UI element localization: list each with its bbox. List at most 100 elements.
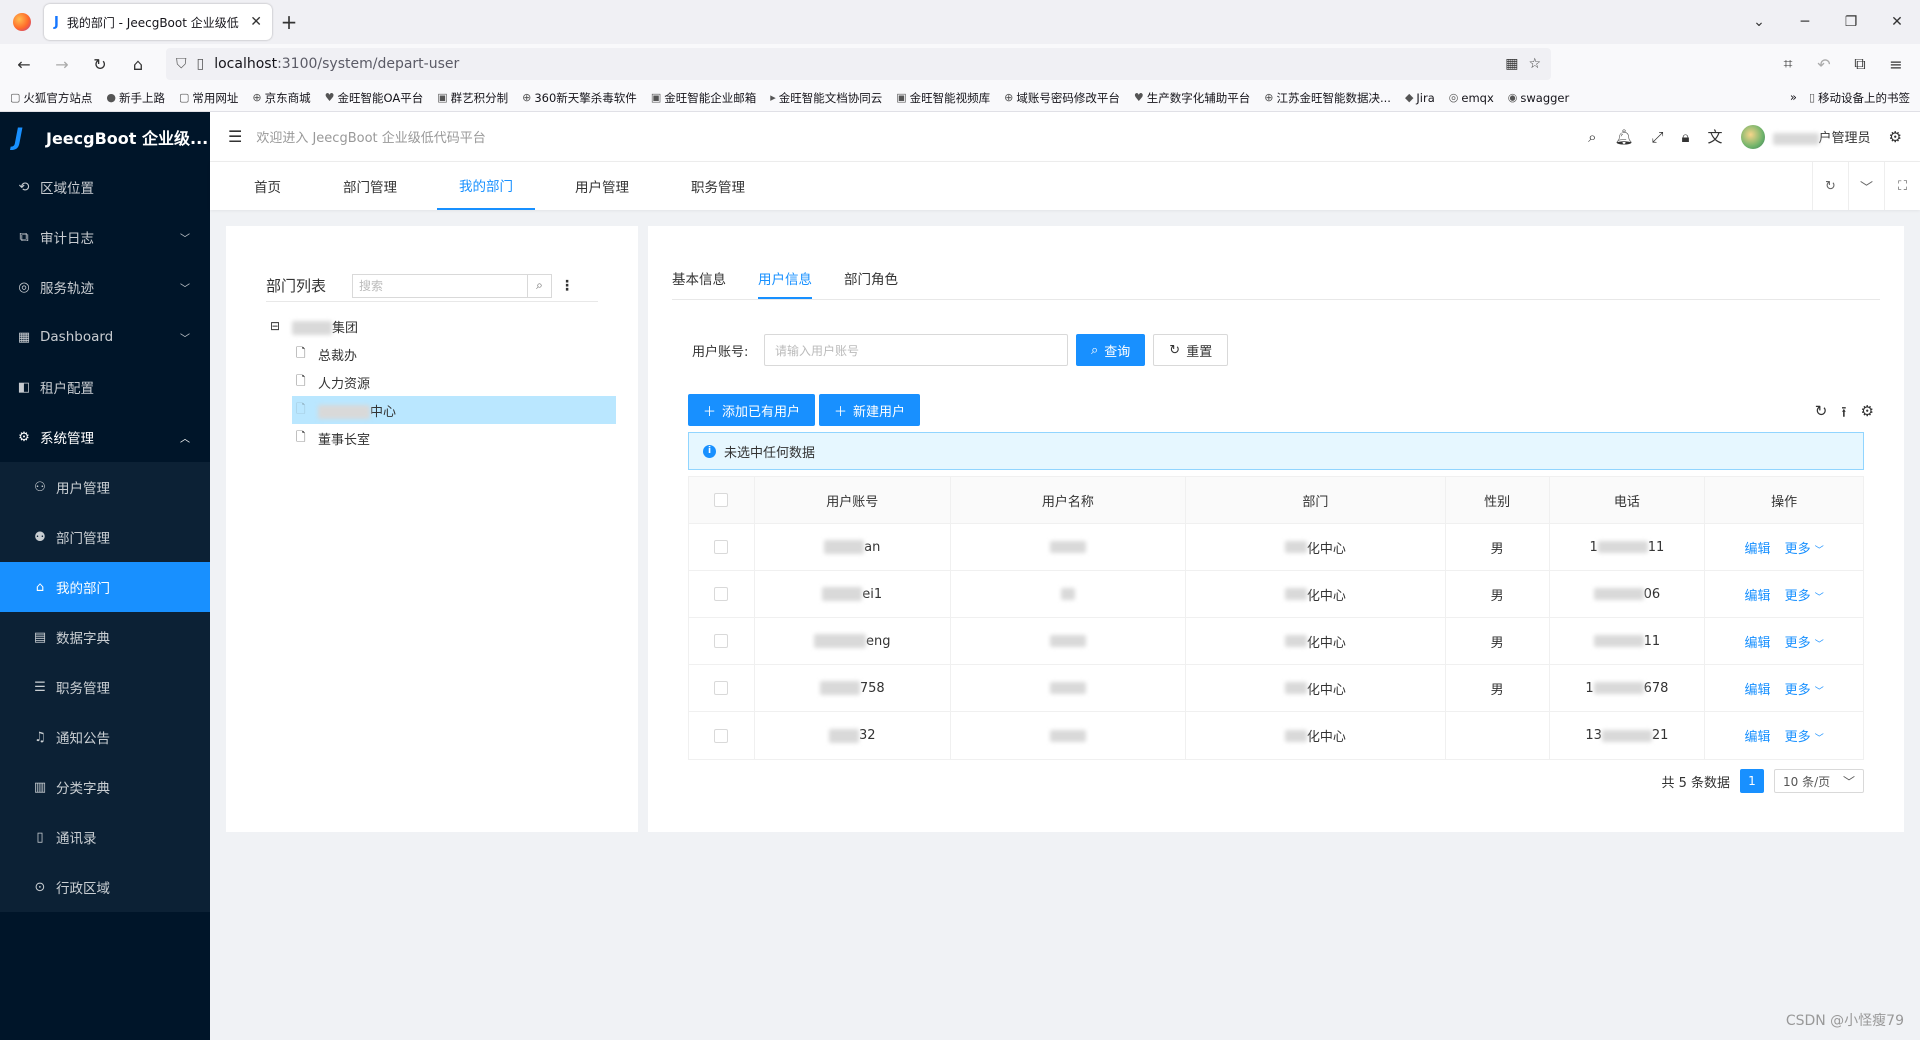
bookmark-item[interactable]: ♥ 金旺智能OA平台 [325, 90, 424, 106]
bookmark-item[interactable]: ▢ 常用网址 [179, 90, 238, 106]
reload-icon[interactable]: ↻ [84, 48, 116, 80]
reset-button[interactable]: ↻ 重置 [1153, 334, 1229, 366]
bookmark-item[interactable]: ▣ 群艺积分制 [437, 90, 508, 106]
add-existing-user-button[interactable]: ＋添加已有用户 [688, 394, 816, 426]
tab-user-mgmt[interactable]: 用户管理 [553, 162, 651, 210]
tab-dept-role[interactable]: 部门角色 [844, 260, 898, 299]
home-icon[interactable]: ⌂ [122, 48, 154, 80]
more-dropdown[interactable]: 更多 ﹀ [1785, 538, 1824, 557]
tab-user-info[interactable]: 用户信息 [758, 260, 812, 299]
more-dropdown[interactable]: 更多 ﹀ [1785, 679, 1824, 698]
row-checkbox[interactable] [714, 540, 729, 554]
bookmark-item[interactable]: ▢ 火狐官方站点 [10, 90, 92, 106]
tab-dropdown-icon[interactable]: ﹀ [1848, 162, 1884, 210]
bookmark-item[interactable]: ▣ 金旺智能视频库 [896, 90, 990, 106]
bookmark-item[interactable]: ◎ emqx [1449, 91, 1494, 105]
edit-link[interactable]: 编辑 [1745, 726, 1771, 745]
account-input[interactable]: 请输入用户账号 [764, 334, 1068, 366]
sidebar-item-system[interactable]: ⚙ 系统管理 ︿ [0, 412, 210, 462]
table-row[interactable]: eng 化中心男 11 编辑 更多 ﹀ [689, 618, 1863, 665]
search-icon[interactable]: ⌕ [1588, 128, 1596, 146]
sidebar-item-location[interactable]: ⟲ 区域位置 [0, 162, 210, 212]
tab-dept-mgmt[interactable]: 部门管理 [321, 162, 419, 210]
bookmark-item[interactable]: ● 新手上路 [106, 90, 165, 106]
row-checkbox[interactable] [714, 681, 729, 695]
row-checkbox[interactable] [714, 728, 729, 743]
fullscreen-icon[interactable]: ⤢ [1652, 128, 1664, 146]
more-dropdown[interactable]: 更多 ﹀ [1785, 585, 1824, 604]
sidebar-item-region[interactable]: ⊙ 行政区域 [0, 862, 210, 912]
edit-link[interactable]: 编辑 [1745, 538, 1771, 557]
back-icon[interactable]: ← [8, 48, 40, 80]
bookmark-item[interactable]: ◉ swagger [1508, 91, 1569, 105]
screenshot-icon[interactable]: ⌗ [1772, 48, 1804, 80]
bookmark-item[interactable]: ⊕ 京东商城 [252, 90, 310, 106]
select-all-checkbox[interactable] [714, 493, 729, 507]
app-logo[interactable]: J JeecgBoot 企业级... [0, 112, 210, 162]
extensions-icon[interactable]: ⧉ [1844, 48, 1876, 80]
tree-node-selected[interactable]: 🗋 中心 [292, 396, 616, 424]
tree-node-root[interactable]: ⊟ 集团 [270, 312, 616, 340]
tab-my-dept[interactable]: 我的部门 [437, 162, 535, 210]
refresh-tab-icon[interactable]: ↻ [1812, 162, 1848, 210]
sidebar-item-contacts[interactable]: ▯ 通讯录 [0, 812, 210, 862]
tab-basic-info[interactable]: 基本信息 [672, 260, 726, 299]
tab-home[interactable]: 首页 [232, 162, 303, 210]
url-bar[interactable]: ⛉ ▯ localhost:3100/system/depart-user ▦ … [166, 48, 1551, 80]
restore-icon[interactable]: ❐ [1828, 14, 1874, 30]
close-window-icon[interactable]: ✕ [1874, 14, 1920, 30]
search-icon[interactable]: ⌕ [527, 274, 551, 297]
sidebar-item-notice[interactable]: ♫ 通知公告 [0, 712, 210, 762]
qr-code-icon[interactable]: ▦ [1505, 56, 1518, 72]
dept-search-input[interactable]: 搜索 ⌕ [352, 273, 552, 298]
bookmark-item[interactable]: ⊕ 域账号密码修改平台 [1004, 90, 1120, 106]
more-dropdown[interactable]: 更多 ﹀ [1785, 726, 1824, 745]
tab-position-mgmt[interactable]: 职务管理 [669, 162, 767, 210]
tab-list-icon[interactable]: ⌄ [1736, 14, 1782, 30]
edit-link[interactable]: 编辑 [1745, 679, 1771, 698]
new-tab-button[interactable]: + [272, 4, 306, 40]
refresh-icon[interactable]: ↻ [1815, 402, 1828, 427]
bookmark-item[interactable]: ▸ 金旺智能文档协同云 [770, 90, 882, 106]
page-info-icon[interactable]: ▯ [197, 56, 205, 72]
new-user-button[interactable]: ＋新建用户 [819, 394, 921, 426]
mobile-bookmarks[interactable]: ▯ 移动设备上的书签 [1809, 90, 1910, 106]
more-bookmarks-icon[interactable]: » [1790, 90, 1797, 106]
settings-icon[interactable]: ⚙ [1889, 128, 1902, 146]
sidebar-item-my-dept[interactable]: ⌂ 我的部门 [0, 562, 210, 612]
sidebar-item-dashboard[interactable]: ▦ Dashboard ﹀ [0, 312, 210, 362]
bell-icon[interactable]: 🔔︎ [1614, 128, 1633, 146]
more-dropdown[interactable]: 更多 ﹀ [1785, 632, 1824, 651]
sidebar-item-audit-log[interactable]: ⧉ 审计日志 ﹀ [0, 212, 210, 262]
close-tab-icon[interactable]: ✕ [250, 14, 262, 30]
sidebar-item-dict[interactable]: ▤ 数据字典 [0, 612, 210, 662]
user-dropdown[interactable]: 户管理员 [1740, 124, 1871, 149]
sidebar-item-dept-mgmt[interactable]: ⚉ 部门管理 [0, 512, 210, 562]
shield-icon[interactable]: ⛉ [176, 56, 187, 72]
settings-icon[interactable]: ⚙ [1861, 402, 1874, 427]
menu-icon[interactable]: ≡ [1880, 48, 1912, 80]
expand-icon[interactable]: ⛶ [1884, 162, 1920, 210]
tree-node[interactable]: 🗋 总裁办 [270, 340, 616, 368]
menu-fold-icon[interactable]: ☰ [228, 127, 242, 146]
forward-icon[interactable]: → [46, 48, 78, 80]
edit-link[interactable]: 编辑 [1745, 632, 1771, 651]
lock-icon[interactable]: 🔒︎ [1682, 128, 1690, 146]
sidebar-item-user-mgmt[interactable]: ⚇ 用户管理 [0, 462, 210, 512]
minimize-icon[interactable]: ─ [1782, 14, 1828, 30]
edit-link[interactable]: 编辑 [1745, 585, 1771, 604]
row-checkbox[interactable] [714, 634, 729, 648]
row-checkbox[interactable] [714, 587, 729, 601]
page-1[interactable]: 1 [1740, 769, 1764, 793]
sidebar-item-service-trace[interactable]: ◎ 服务轨迹 ﹀ [0, 262, 210, 312]
page-size-select[interactable]: 10 条/页 ﹀ [1774, 769, 1864, 793]
sidebar-item-position[interactable]: ☰ 职务管理 [0, 662, 210, 712]
table-row[interactable]: 32 化中心 13 21 编辑 更多 ﹀ [689, 712, 1863, 759]
table-row[interactable]: 758 化中心男 1 678 编辑 更多 ﹀ [689, 665, 1863, 712]
firefox-logo-icon[interactable] [0, 0, 44, 44]
translate-icon[interactable]: 文 [1708, 126, 1723, 147]
bookmark-item[interactable]: ⊕ 360新天擎杀毒软件 [522, 90, 637, 106]
bookmark-item[interactable]: ⊕ 江苏金旺智能数据决... [1264, 90, 1391, 106]
table-row[interactable]: an 化中心男 1 11 编辑 更多 ﹀ [689, 524, 1863, 571]
sidebar-item-tenant[interactable]: ◧ 租户配置 [0, 362, 210, 412]
